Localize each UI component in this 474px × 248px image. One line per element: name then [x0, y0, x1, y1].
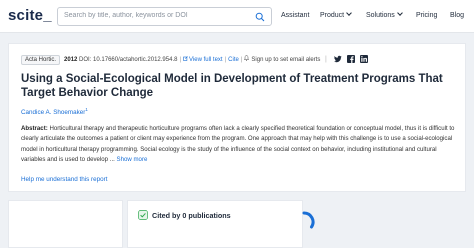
nav-solutions-label: Solutions: [366, 12, 395, 19]
citations-panel: Cited by 0 publications: [127, 200, 303, 248]
nav-pricing[interactable]: Pricing: [416, 12, 437, 19]
chevron-down-icon: [346, 10, 352, 16]
nav-product-label: Product: [320, 12, 345, 19]
meta-separator: |: [179, 57, 182, 63]
search-input[interactable]: [64, 12, 249, 19]
nav-assistant[interactable]: Assistant: [281, 12, 309, 19]
logo-underscore: _: [43, 7, 52, 24]
twitter-icon[interactable]: [333, 55, 342, 63]
nav-assistant-label: Assistant: [281, 12, 310, 19]
abstract-label: Abstract:: [21, 125, 48, 132]
logo-text: scite: [8, 7, 44, 24]
publication-year: 2012: [64, 57, 78, 63]
citation-check-icon: [138, 210, 148, 220]
meta-separator: |: [224, 57, 227, 63]
help-understand-link[interactable]: Help me understand this report: [21, 176, 107, 183]
author-affiliation-marker: 1: [85, 107, 88, 112]
journal-badge[interactable]: Acta Hortic.: [21, 55, 61, 65]
nav-blog-label: Blog: [450, 12, 465, 19]
author-link[interactable]: Candice A. Shoemaker1: [21, 107, 88, 116]
view-full-text-label: View full text: [189, 57, 223, 63]
meta-separator: |: [240, 57, 243, 63]
cited-by-label: Cited by 0 publications: [152, 210, 231, 220]
show-more-link[interactable]: Show more: [115, 156, 148, 163]
cited-by-heading: Cited by 0 publications: [138, 210, 231, 220]
article-card: Acta Hortic. 2012 DOI: 10.17660/actahorti…: [8, 43, 466, 192]
nav-solutions[interactable]: Solutions: [366, 10, 403, 19]
top-navigation-bar: scite_ Assistant Product Solutions Prici…: [0, 0, 474, 33]
email-alerts-link[interactable]: Sign up to set email alerts: [251, 57, 320, 63]
view-full-text-link[interactable]: View full text: [183, 56, 223, 63]
nav-pricing-label: Pricing: [416, 12, 438, 19]
article-title: Using a Social-Ecological Model in Devel…: [21, 73, 443, 99]
left-panel: [8, 200, 123, 248]
doi-text: DOI: 10.17660/actahortic.2012.954.8: [79, 57, 178, 63]
linkedin-icon[interactable]: [359, 55, 368, 63]
search-icon[interactable]: [255, 12, 265, 22]
author-name: Candice A. Shoemaker: [21, 109, 86, 117]
facebook-icon[interactable]: [346, 55, 355, 63]
bell-icon[interactable]: [244, 55, 250, 61]
scite-logo[interactable]: scite_: [8, 7, 52, 24]
social-share: |: [325, 54, 368, 64]
nav-product[interactable]: Product: [320, 10, 352, 19]
search-box[interactable]: [57, 7, 272, 26]
abstract: Abstract: Horticultural therapy and ther…: [21, 124, 457, 165]
abstract-text: Horticultural therapy and therapeutic ho…: [21, 125, 455, 163]
loading-spinner-icon: [302, 211, 315, 229]
cite-link[interactable]: Cite: [228, 57, 239, 63]
external-link-icon: [183, 56, 188, 61]
nav-blog[interactable]: Blog: [450, 12, 464, 19]
article-meta: Acta Hortic. 2012 DOI: 10.17660/actahorti…: [21, 55, 320, 65]
meta-separator: |: [325, 55, 327, 63]
chevron-down-icon: [396, 10, 403, 16]
